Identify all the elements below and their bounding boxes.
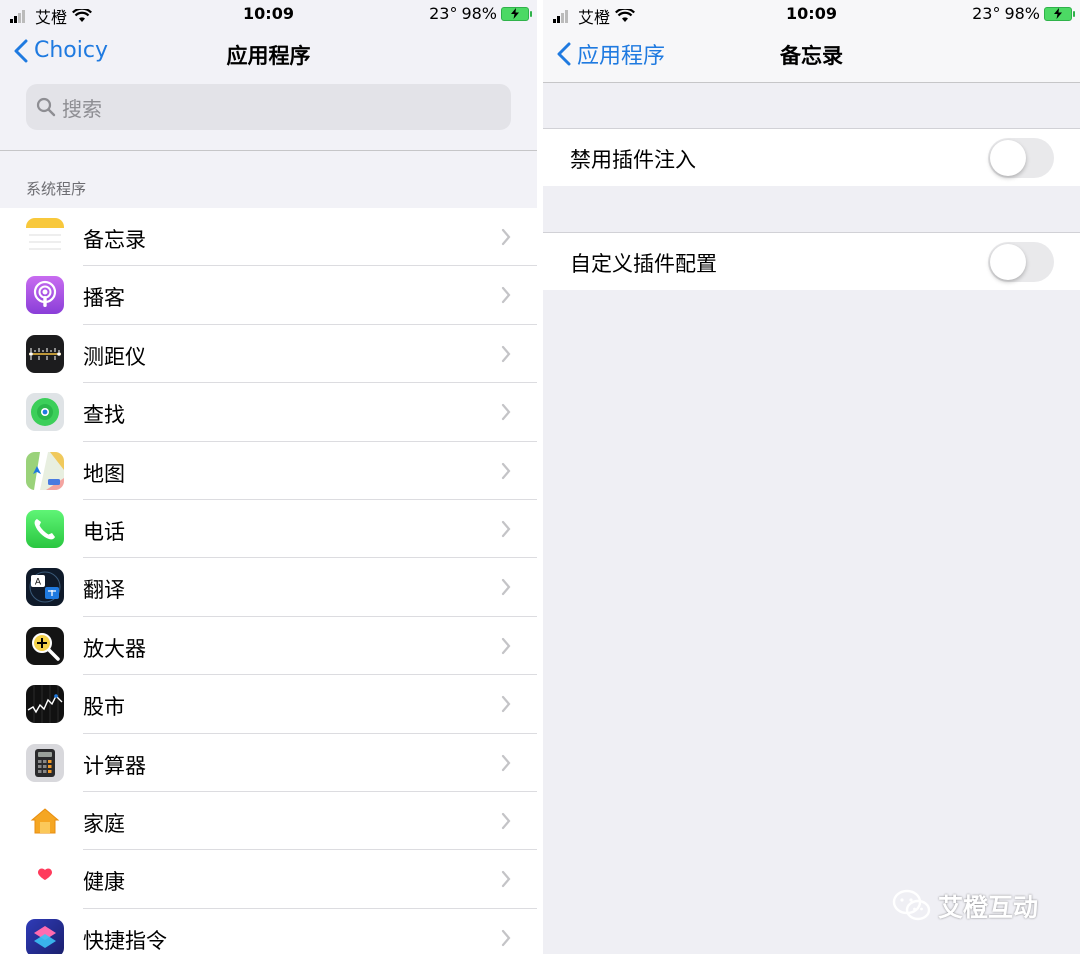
app-row-shortcuts[interactable]: 快捷指令 — [0, 909, 537, 954]
chevron-right-icon — [501, 520, 511, 538]
chevron-right-icon — [501, 404, 511, 421]
app-label: 快捷指令 — [83, 928, 167, 953]
app-label: 电话 — [83, 519, 125, 544]
health-icon — [26, 860, 64, 899]
app-row-health[interactable]: 健康 — [0, 850, 537, 909]
chevron-right-icon — [501, 228, 511, 246]
setting-label: 自定义插件配置 — [570, 252, 717, 276]
chevron-right-icon — [501, 462, 511, 479]
app-row-podcasts[interactable]: 播客 — [0, 266, 537, 325]
toggle-knob — [990, 140, 1026, 176]
svg-text:A: A — [35, 578, 42, 588]
find-my-icon — [26, 393, 64, 432]
notes-icon — [26, 218, 64, 256]
app-label: 地图 — [83, 461, 125, 486]
app-row-magnifier[interactable]: 放大器 — [0, 617, 537, 676]
setting-row-disable-injection: 禁用插件注入 — [543, 128, 1080, 186]
chevron-right-icon — [501, 929, 511, 946]
app-label: 股市 — [83, 695, 125, 720]
chevron-right-icon — [501, 345, 511, 362]
app-label: 播客 — [83, 286, 125, 311]
setting-label: 禁用插件注入 — [570, 148, 696, 172]
app-label: 备忘录 — [83, 228, 146, 252]
header-divider — [0, 150, 537, 151]
app-settings-screen: 艾橙 10:09 23° 98% 应用程序 备忘录 禁用插件注入 自定义插件配置 — [543, 0, 1080, 954]
nav-divider — [543, 82, 1080, 83]
translate-icon: A — [26, 568, 64, 607]
chevron-right-icon — [501, 287, 511, 304]
app-row-home[interactable]: 家庭 — [0, 792, 537, 851]
status-bar: 艾橙 10:09 23° 98% — [0, 0, 537, 28]
chevron-right-icon — [501, 812, 511, 830]
magnifier-icon — [26, 626, 64, 665]
app-row-stocks[interactable]: 股市 — [0, 675, 537, 734]
chevron-right-icon — [501, 754, 511, 771]
watermark-text: 艾橙互动 — [938, 893, 1039, 922]
app-label: 翻译 — [83, 578, 125, 603]
battery-percent: 98% — [1004, 4, 1040, 23]
wechat-icon — [892, 889, 931, 921]
stocks-icon — [26, 685, 64, 724]
page-title: 应用程序 — [226, 44, 311, 68]
temperature: 23° — [972, 4, 1001, 23]
chevron-right-icon — [501, 871, 511, 888]
toggle-knob — [990, 244, 1026, 280]
search-icon — [36, 97, 56, 117]
measure-icon — [26, 334, 64, 373]
chevron-right-icon — [501, 579, 511, 596]
battery-charging-icon — [501, 6, 532, 21]
home-icon — [26, 801, 64, 840]
temperature: 23° — [429, 4, 458, 23]
app-label: 计算器 — [83, 753, 146, 778]
app-label: 查找 — [83, 403, 125, 428]
app-row-calculator[interactable]: 计算器 — [0, 734, 537, 792]
phone-icon — [26, 509, 64, 548]
apps-screen: 艾橙 10:09 23° 98% Choicy 应用程序 搜索 系统程序 备忘录 — [0, 0, 537, 954]
app-label: 测距仪 — [83, 344, 146, 369]
nav-bar: 应用程序 备忘录 — [543, 28, 1080, 82]
app-row-translate[interactable]: A 翻译 — [0, 558, 537, 617]
app-label: 放大器 — [83, 636, 146, 661]
app-label: 家庭 — [83, 811, 125, 836]
search-field[interactable]: 搜索 — [26, 84, 511, 130]
disable-injection-toggle[interactable] — [988, 138, 1054, 178]
battery-charging-icon — [1044, 6, 1075, 21]
app-row-phone[interactable]: 电话 — [0, 500, 537, 559]
app-row-notes[interactable]: 备忘录 — [0, 208, 537, 267]
app-label: 健康 — [83, 870, 125, 895]
status-bar: 艾橙 10:09 23° 98% — [543, 0, 1080, 28]
custom-config-toggle[interactable] — [988, 242, 1054, 282]
app-list: 备忘录 播客 测距仪 查找 地图 电话 A 翻译 放大器 股市 计算器 家庭 健… — [0, 208, 537, 954]
chevron-right-icon — [501, 637, 511, 654]
search-placeholder: 搜索 — [62, 96, 102, 121]
setting-row-custom-config: 自定义插件配置 — [543, 232, 1080, 290]
app-row-find-my[interactable]: 查找 — [0, 383, 537, 442]
calculator-icon — [26, 743, 64, 782]
app-row-measure[interactable]: 测距仪 — [0, 325, 537, 384]
app-row-maps[interactable]: 地图 — [0, 442, 537, 500]
nav-bar: Choicy 应用程序 — [0, 30, 537, 80]
chevron-right-icon — [501, 696, 511, 713]
podcasts-icon — [26, 276, 64, 315]
section-header: 系统程序 — [26, 180, 87, 198]
battery-percent: 98% — [461, 4, 497, 23]
shortcuts-icon — [26, 918, 64, 954]
maps-icon — [26, 451, 64, 490]
page-title: 备忘录 — [780, 44, 843, 68]
watermark: 艾橙互动 — [892, 888, 1038, 924]
